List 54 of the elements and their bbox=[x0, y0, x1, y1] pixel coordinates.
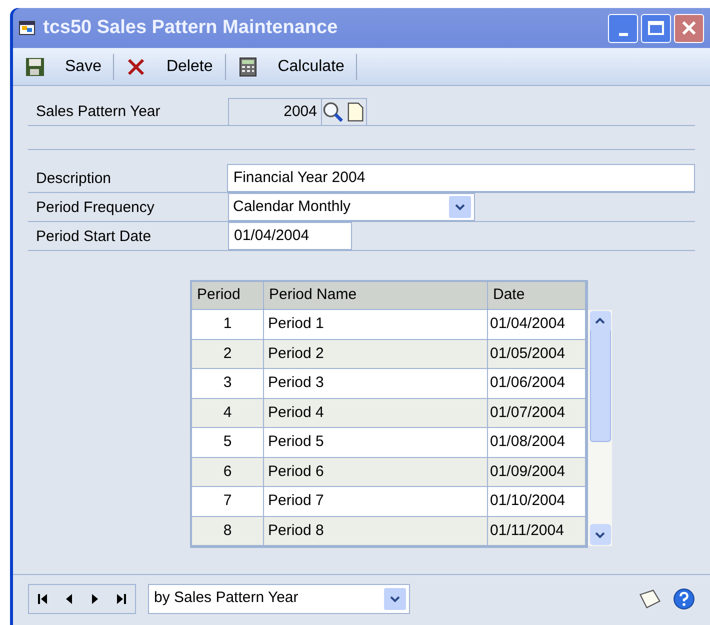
calculator-icon bbox=[238, 56, 258, 76]
date-field[interactable]: 01/04/2004 bbox=[228, 222, 352, 250]
table-cell: Period 3 bbox=[264, 369, 488, 398]
first-record-icon[interactable] bbox=[37, 592, 49, 604]
field-label: Description bbox=[35, 168, 112, 188]
frequency-dropdown[interactable]: Calendar Monthly bbox=[228, 193, 475, 221]
help-icon[interactable] bbox=[673, 588, 695, 610]
table-cell: Period 1 bbox=[264, 310, 488, 338]
table-cell: Period 4 bbox=[264, 398, 488, 427]
table-cell: 01/09/2004 bbox=[488, 458, 586, 486]
maximize-button[interactable] bbox=[641, 14, 671, 42]
window-app-icon bbox=[19, 20, 35, 36]
toolbar-button[interactable]: Save bbox=[23, 52, 104, 82]
table-cell: Period 2 bbox=[264, 340, 488, 368]
field-label: Period Start Date bbox=[35, 226, 152, 246]
table-cell: 01/10/2004 bbox=[488, 487, 586, 516]
last-record-icon[interactable] bbox=[115, 592, 127, 604]
table-cell: 01/07/2004 bbox=[488, 398, 586, 427]
x-icon bbox=[126, 56, 146, 76]
table-cell: Period 7 bbox=[264, 487, 488, 516]
minimize-button[interactable] bbox=[608, 14, 638, 42]
table-cell: 3 bbox=[192, 369, 264, 398]
record-navigator[interactable] bbox=[28, 584, 136, 614]
close-button[interactable] bbox=[674, 14, 704, 42]
close-icon[interactable] bbox=[681, 20, 697, 36]
table-cell: 1 bbox=[192, 310, 264, 338]
column-header: Date bbox=[488, 282, 586, 309]
table-cell: Period 6 bbox=[264, 458, 488, 486]
search-icon[interactable] bbox=[322, 101, 344, 123]
field-label: Period Frequency bbox=[35, 198, 156, 218]
table-cell: 7 bbox=[192, 487, 264, 516]
table-cell: 01/06/2004 bbox=[488, 369, 586, 398]
table-cell: 4 bbox=[192, 398, 264, 427]
note-icon[interactable] bbox=[637, 588, 663, 610]
year-field[interactable]: 2004 bbox=[228, 98, 322, 125]
table-cell: 5 bbox=[192, 428, 264, 456]
table-cell: 01/08/2004 bbox=[488, 428, 586, 456]
sort-dropdown[interactable]: by Sales Pattern Year bbox=[148, 584, 410, 614]
window-title: tcs50 Sales Pattern Maintenance bbox=[43, 16, 339, 40]
scrollbar[interactable] bbox=[588, 310, 612, 546]
toolbar-button[interactable]: Calculate bbox=[236, 52, 346, 82]
table-cell: 8 bbox=[192, 516, 264, 545]
description-field[interactable]: Financial Year 2004 bbox=[227, 164, 695, 192]
field-label: Sales Pattern Year bbox=[35, 102, 162, 122]
column-header: Period Name bbox=[264, 282, 488, 309]
table-cell: Period 5 bbox=[264, 428, 488, 456]
table-cell: 01/05/2004 bbox=[488, 340, 586, 368]
table-cell: 6 bbox=[192, 458, 264, 486]
table-cell: 01/11/2004 bbox=[488, 516, 586, 545]
table-cell: 01/04/2004 bbox=[488, 310, 586, 338]
column-header: Period bbox=[192, 282, 264, 309]
table-cell: 2 bbox=[192, 340, 264, 368]
table-cell: Period 8 bbox=[264, 516, 488, 545]
toolbar-button[interactable]: Delete bbox=[124, 52, 215, 82]
